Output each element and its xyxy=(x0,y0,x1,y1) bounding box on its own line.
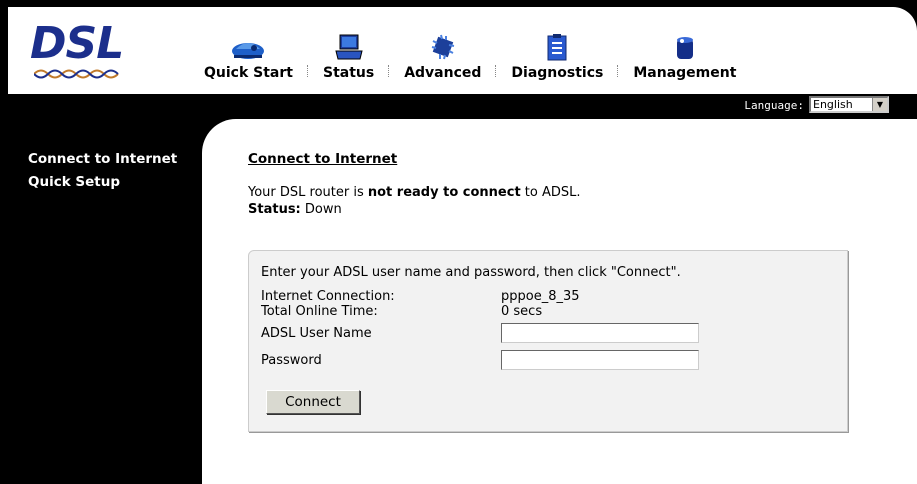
language-selected-value: English xyxy=(813,98,853,111)
page-title: Connect to Internet xyxy=(248,151,398,167)
main-content: Connect to Internet Your DSL router is n… xyxy=(202,119,917,484)
instructions-text: Enter your ADSL user name and password, … xyxy=(261,265,681,280)
nav-management[interactable]: Management xyxy=(633,31,736,81)
nav-quick-start[interactable]: Quick Start xyxy=(204,31,293,81)
nav-separator xyxy=(495,65,497,77)
laptop-icon xyxy=(334,31,364,61)
nav-separator xyxy=(617,65,619,77)
car-icon xyxy=(230,31,266,61)
logo-wave-icon xyxy=(34,69,119,79)
status-emphasis: not ready to connect xyxy=(367,185,521,200)
username-label: ADSL User Name xyxy=(261,326,372,341)
logo-text: DSL xyxy=(30,18,124,69)
language-label: Language: xyxy=(744,99,804,112)
connection-status-message: Your DSL router is not ready to connect … xyxy=(248,185,581,200)
nav-label: Management xyxy=(633,65,737,81)
status-value: Down xyxy=(300,202,342,217)
status-prefix: Your DSL router is xyxy=(248,185,368,200)
sidebar-item-connect-to-internet[interactable]: Connect to Internet xyxy=(28,151,177,167)
nav-status[interactable]: Status xyxy=(323,31,374,81)
status-suffix: to ADSL. xyxy=(520,185,581,200)
nav-advanced[interactable]: Advanced xyxy=(404,31,481,81)
language-select[interactable]: English ▼ xyxy=(809,96,889,113)
password-label: Password xyxy=(261,353,322,368)
nav-label: Advanced xyxy=(404,65,482,81)
connect-button[interactable]: Connect xyxy=(266,390,360,414)
online-time-label: Total Online Time: xyxy=(261,304,378,319)
nav-label: Quick Start xyxy=(204,65,293,81)
dsl-logo: DSL xyxy=(30,21,150,83)
internet-connection-label: Internet Connection: xyxy=(261,289,395,304)
nav-label: Diagnostics xyxy=(511,65,604,81)
language-bar: Language: English ▼ xyxy=(8,94,917,119)
online-time-value: 0 secs xyxy=(501,304,543,319)
password-input[interactable] xyxy=(501,350,699,370)
chevron-down-icon[interactable]: ▼ xyxy=(872,98,887,111)
sidebar: Connect to Internet Quick Setup xyxy=(8,119,202,484)
nav-label: Status xyxy=(322,65,375,81)
nav-separator xyxy=(306,65,309,77)
clipboard-icon xyxy=(545,31,569,61)
status-label: Status: xyxy=(248,202,301,217)
login-panel: Enter your ADSL user name and password, … xyxy=(248,250,848,432)
main-nav: Quick Start Status Advanced Diagnostics xyxy=(204,21,736,81)
sidebar-item-quick-setup[interactable]: Quick Setup xyxy=(28,174,120,190)
status-line: Status: Down xyxy=(248,202,342,217)
cylinder-icon xyxy=(673,31,697,61)
chip-icon xyxy=(429,31,457,61)
username-input[interactable] xyxy=(501,323,699,343)
internet-connection-value: pppoe_8_35 xyxy=(501,289,580,304)
nav-separator xyxy=(388,65,390,77)
nav-diagnostics[interactable]: Diagnostics xyxy=(511,31,603,81)
header: DSL Quick Start Status Advanced Diagnost… xyxy=(8,7,917,94)
